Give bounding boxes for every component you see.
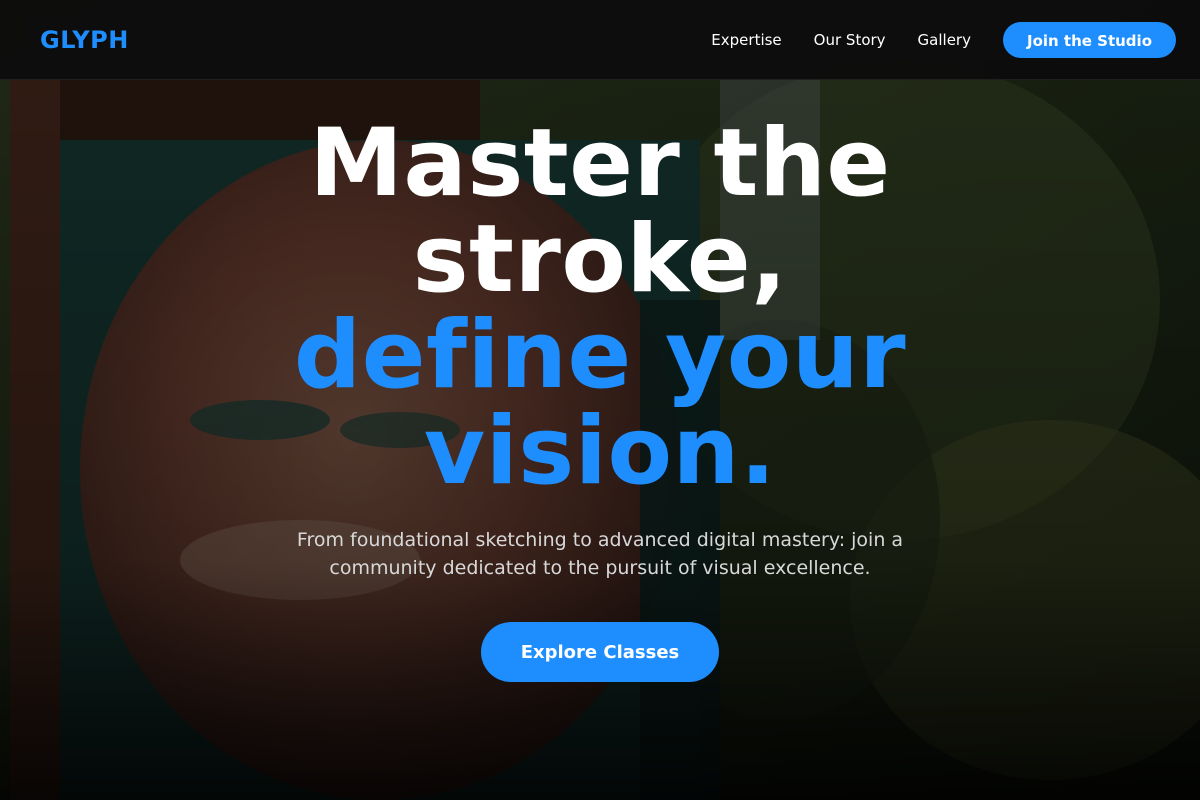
brand-logo[interactable]: GLYPH xyxy=(24,15,145,64)
headline-line-1: Master the xyxy=(309,109,891,218)
nav-link-gallery[interactable]: Gallery xyxy=(918,31,971,49)
hero-subtext: From foundational sketching to advanced … xyxy=(296,529,904,579)
nav-link-expertise[interactable]: Expertise xyxy=(711,31,781,49)
nav-link-our-story[interactable]: Our Story xyxy=(814,31,886,49)
join-studio-button[interactable]: Join the Studio xyxy=(1002,21,1176,58)
main-nav: Expertise Our Story Gallery Join the Stu… xyxy=(711,21,1176,58)
headline-accent-line-2: vision. xyxy=(423,397,777,506)
headline-accent-line-1: define your xyxy=(293,301,907,410)
top-navbar: GLYPH Expertise Our Story Gallery Join t… xyxy=(0,0,1200,80)
headline-line-2: stroke, xyxy=(412,205,788,314)
hero-headline: Master the stroke, define your vision. xyxy=(200,116,1000,500)
explore-classes-button[interactable]: Explore Classes xyxy=(481,622,719,682)
hero-section: Master the stroke, define your vision. F… xyxy=(0,80,1200,800)
